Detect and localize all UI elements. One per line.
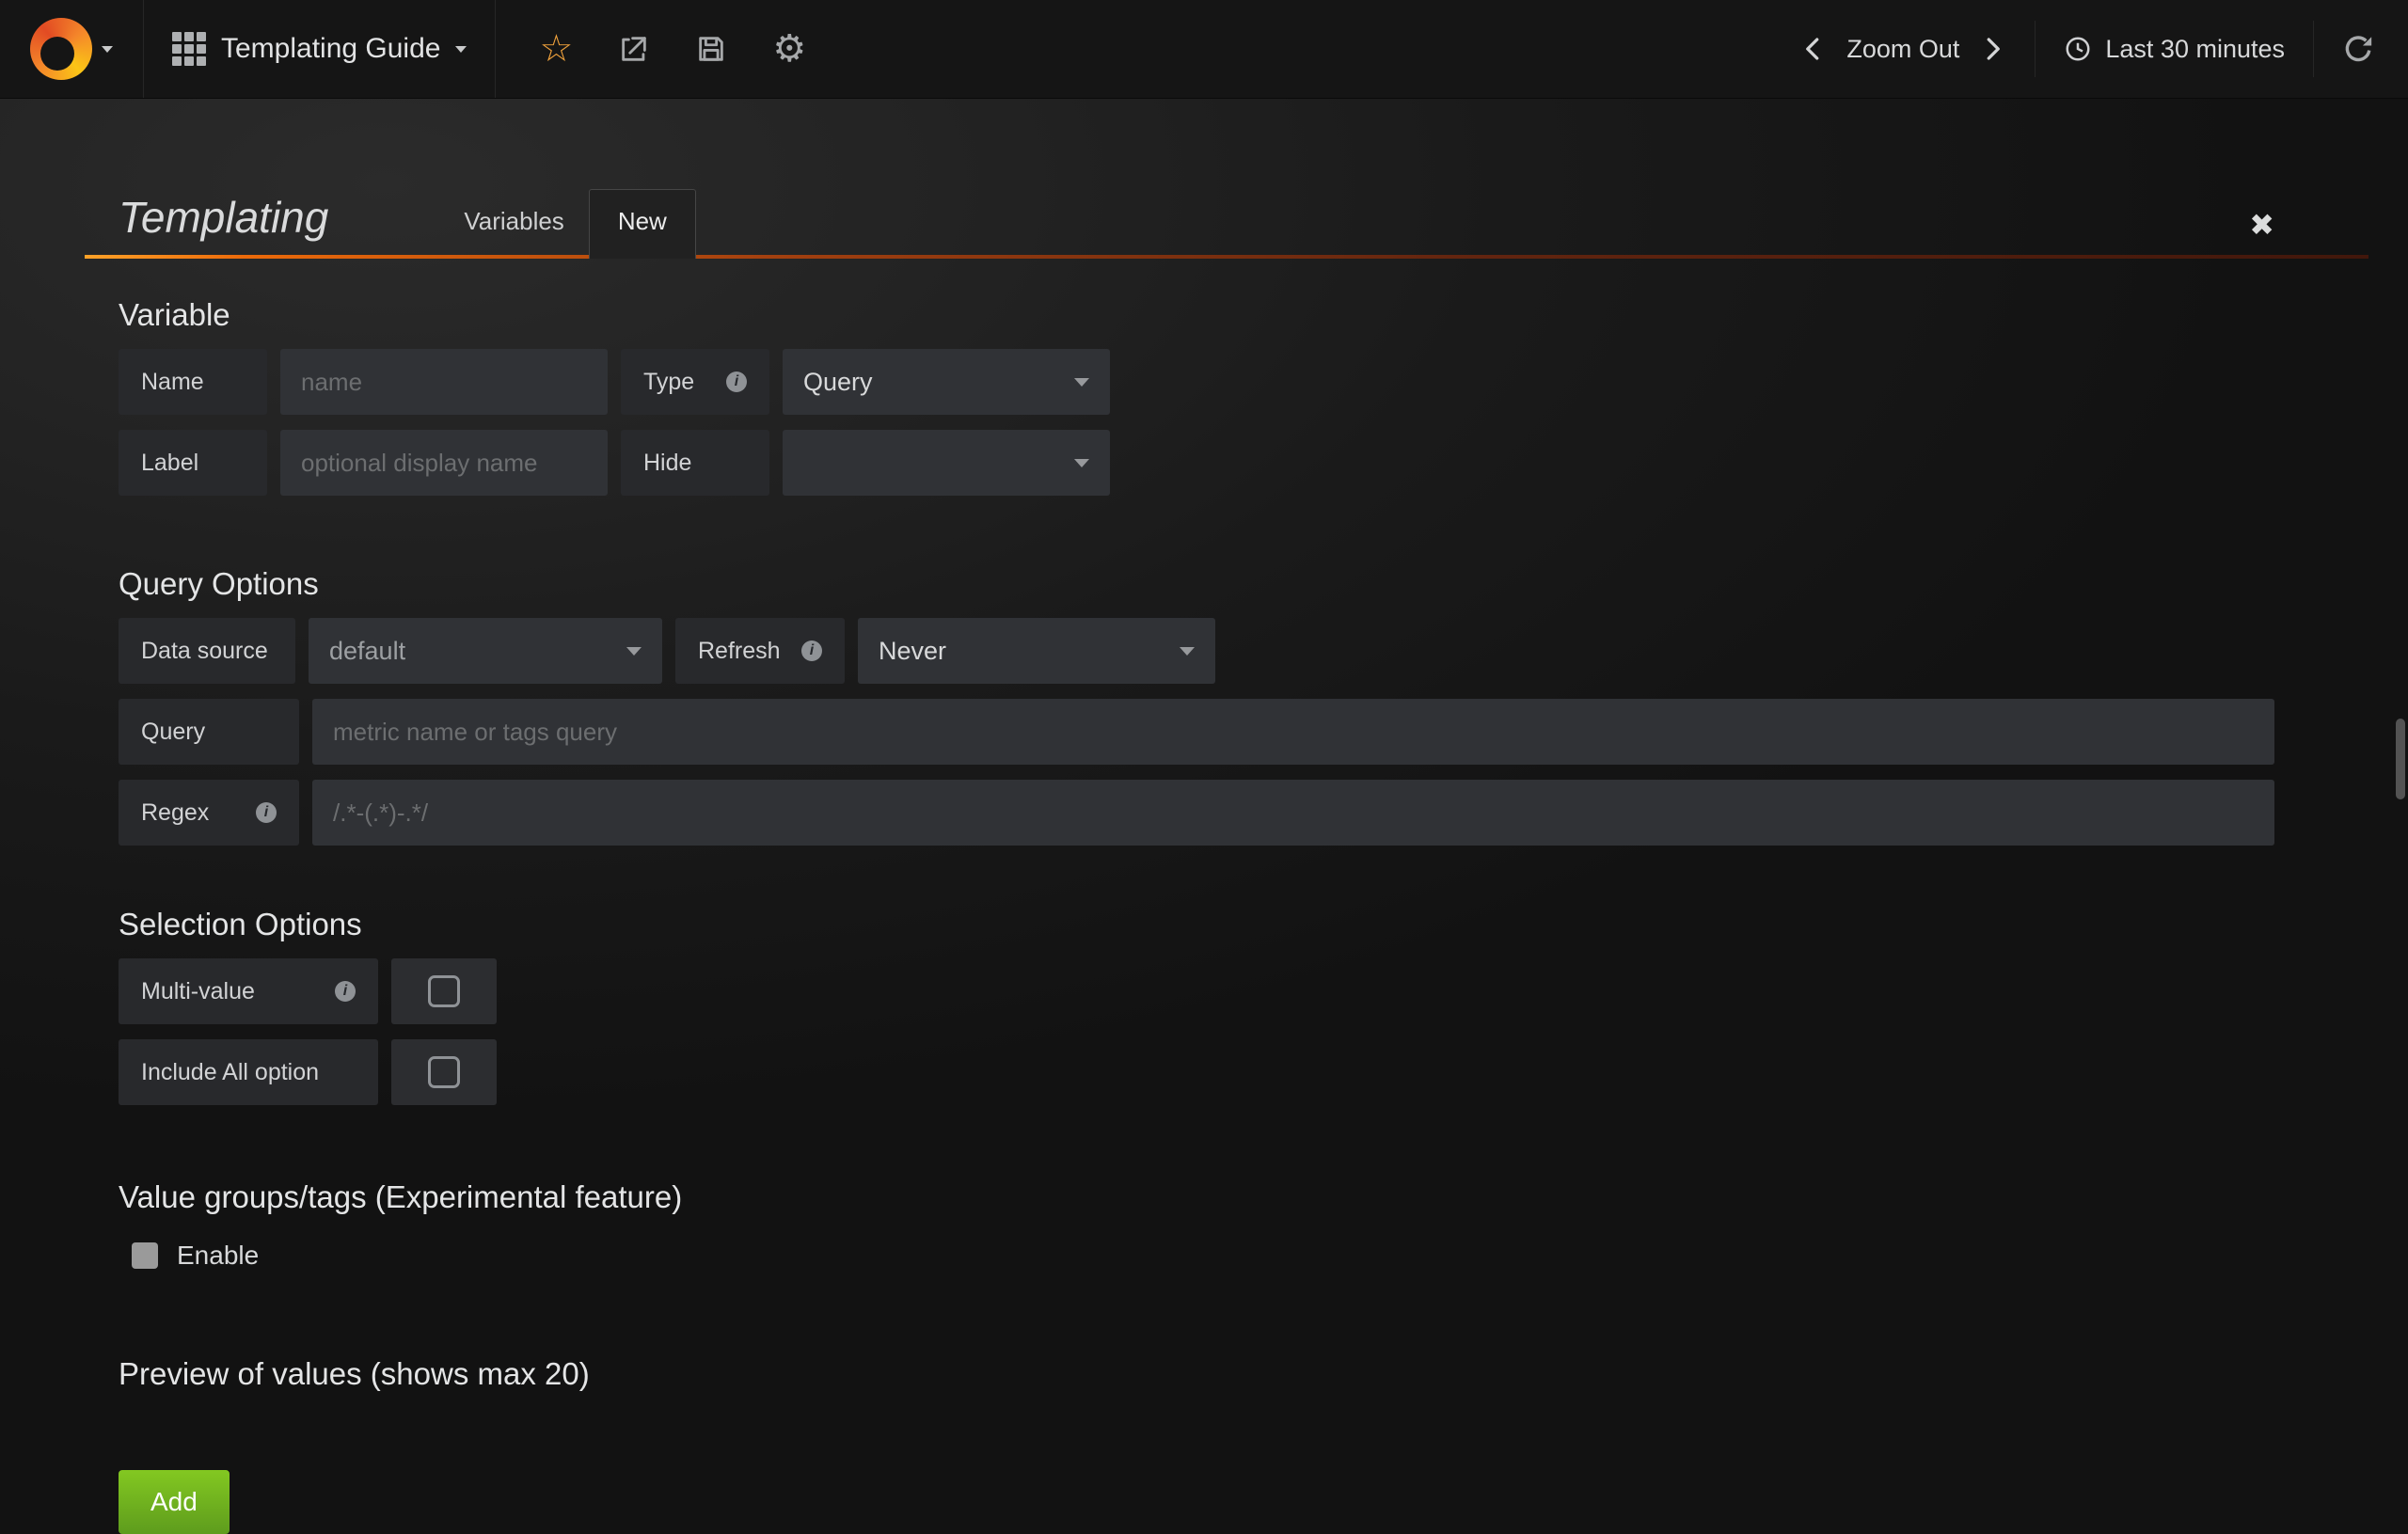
regex-row: Regex i bbox=[119, 780, 2274, 846]
regex-label-text: Regex bbox=[141, 799, 209, 827]
preview-heading: Preview of values (shows max 20) bbox=[119, 1353, 2274, 1395]
header-accent-line bbox=[85, 255, 2368, 259]
refresh-select-value: Never bbox=[879, 637, 946, 666]
label-label: Label bbox=[119, 430, 267, 496]
query-input[interactable] bbox=[312, 699, 2274, 765]
refresh-label: Refresh i bbox=[675, 618, 845, 684]
tab-new[interactable]: New bbox=[589, 189, 696, 259]
query-label: Query bbox=[119, 699, 299, 765]
grafana-logo-icon bbox=[30, 18, 92, 80]
chevron-down-icon bbox=[1180, 647, 1195, 656]
type-select[interactable]: Query bbox=[783, 349, 1110, 415]
chevron-down-icon bbox=[102, 46, 113, 53]
scrollbar-thumb[interactable] bbox=[2396, 719, 2405, 799]
chevron-down-icon bbox=[455, 46, 467, 53]
variable-section-heading: Variable bbox=[119, 294, 2274, 336]
multi-value-checkbox[interactable] bbox=[428, 975, 460, 1007]
chevron-right-icon[interactable] bbox=[1978, 35, 2006, 63]
templating-tabs: Variables New bbox=[439, 189, 695, 255]
hide-label: Hide bbox=[621, 430, 769, 496]
include-all-checkbox[interactable] bbox=[428, 1056, 460, 1088]
time-range-label: Last 30 minutes bbox=[2105, 35, 2285, 64]
refresh-icon bbox=[2342, 33, 2374, 65]
top-navbar: Templating Guide ☆ ⚙ Zoom Out Last 30 mi… bbox=[0, 0, 2408, 99]
regex-input[interactable] bbox=[312, 780, 2274, 846]
include-all-checkbox-container bbox=[391, 1039, 497, 1105]
add-button[interactable]: Add bbox=[119, 1470, 230, 1534]
variable-name-row: Name Type i Query bbox=[119, 349, 2274, 415]
chevron-down-icon bbox=[1074, 459, 1089, 467]
data-source-select[interactable]: default bbox=[309, 618, 662, 684]
share-icon[interactable] bbox=[618, 33, 650, 65]
multi-value-label: Multi-value i bbox=[119, 958, 378, 1024]
info-icon[interactable]: i bbox=[335, 981, 356, 1002]
info-icon[interactable]: i bbox=[726, 372, 747, 392]
name-label: Name bbox=[119, 349, 267, 415]
templating-header: Templating Variables New ✖ bbox=[119, 189, 2274, 255]
variable-label-row: Label Hide bbox=[119, 430, 2274, 496]
multi-value-label-text: Multi-value bbox=[141, 978, 255, 1005]
dashboard-title: Templating Guide bbox=[221, 33, 440, 65]
gear-icon[interactable]: ⚙ bbox=[772, 30, 806, 68]
multi-value-row: Multi-value i bbox=[119, 958, 2274, 1024]
include-all-row: Include All option bbox=[119, 1039, 2274, 1105]
dashboard-picker[interactable]: Templating Guide bbox=[144, 0, 496, 98]
type-label: Type i bbox=[621, 349, 769, 415]
regex-label: Regex i bbox=[119, 780, 299, 846]
star-icon[interactable]: ☆ bbox=[539, 30, 573, 68]
page-title: Templating bbox=[119, 194, 328, 255]
data-source-value: default bbox=[329, 637, 405, 666]
hide-select[interactable] bbox=[783, 430, 1110, 496]
enable-checkbox[interactable] bbox=[132, 1242, 158, 1269]
refresh-label-text: Refresh bbox=[698, 638, 781, 665]
info-icon[interactable]: i bbox=[801, 640, 822, 661]
chevron-down-icon bbox=[1074, 378, 1089, 387]
clock-icon bbox=[2064, 35, 2092, 63]
variable-name-input[interactable] bbox=[280, 349, 608, 415]
chevron-down-icon bbox=[626, 647, 642, 656]
include-all-label: Include All option bbox=[119, 1039, 378, 1105]
enable-label: Enable bbox=[177, 1241, 259, 1271]
save-icon[interactable] bbox=[695, 33, 727, 65]
zoom-out-button[interactable]: Zoom Out bbox=[1846, 35, 1959, 64]
info-icon[interactable]: i bbox=[256, 802, 277, 823]
query-row: Query bbox=[119, 699, 2274, 765]
query-options-heading: Query Options bbox=[119, 563, 2274, 605]
grafana-menu-button[interactable] bbox=[0, 0, 144, 98]
dashboard-grid-icon bbox=[172, 32, 206, 66]
variable-label-input[interactable] bbox=[280, 430, 608, 496]
refresh-button[interactable] bbox=[2313, 21, 2374, 77]
zoom-controls: Zoom Out bbox=[1799, 35, 2035, 64]
type-select-value: Query bbox=[803, 368, 873, 397]
dashboard-actions: ☆ ⚙ bbox=[496, 0, 849, 98]
datasource-row: Data source default Refresh i Never bbox=[119, 618, 2274, 684]
multi-value-checkbox-container bbox=[391, 958, 497, 1024]
close-icon[interactable]: ✖ bbox=[2249, 210, 2274, 255]
chevron-left-icon[interactable] bbox=[1799, 35, 1828, 63]
data-source-label: Data source bbox=[119, 618, 295, 684]
enable-row: Enable bbox=[119, 1241, 2274, 1271]
time-range-picker[interactable]: Last 30 minutes bbox=[2035, 21, 2313, 77]
selection-options-heading: Selection Options bbox=[119, 904, 2274, 945]
refresh-select[interactable]: Never bbox=[858, 618, 1215, 684]
tab-variables[interactable]: Variables bbox=[439, 192, 588, 255]
dashboard-settings-view: Templating Variables New ✖ Variable Name… bbox=[0, 99, 2408, 1506]
value-groups-heading: Value groups/tags (Experimental feature) bbox=[119, 1177, 2274, 1218]
type-label-text: Type bbox=[643, 369, 694, 396]
time-controls: Zoom Out Last 30 minutes bbox=[1799, 0, 2408, 98]
